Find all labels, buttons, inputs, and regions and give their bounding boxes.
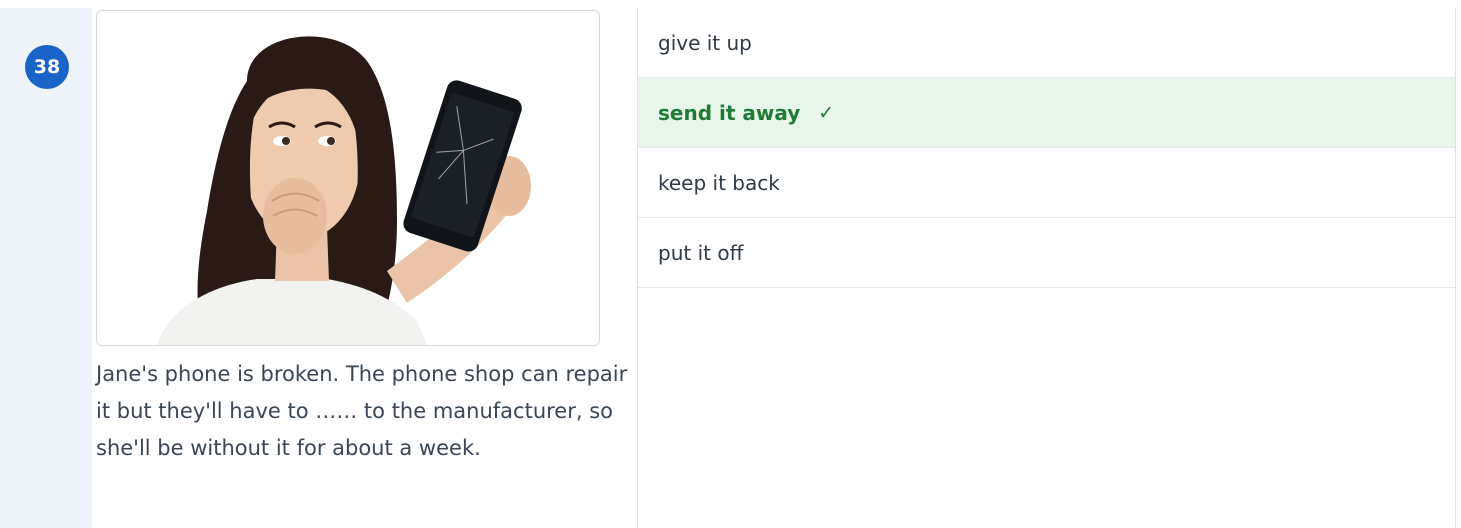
question-text: Jane's phone is broken. The phone shop c… [96,362,628,460]
question-image [96,10,600,346]
option-label: put it off [658,240,744,265]
option-put-it-off[interactable]: put it off [638,218,1455,288]
question-gutter: 38 [0,8,92,528]
question-number-badge: 38 [25,45,69,89]
option-label: keep it back [658,170,780,195]
question-panel: Jane's phone is broken. The phone shop c… [92,8,637,528]
question-page: 38 Jane's phone is broken. The phone sho… [0,0,1461,528]
checkmark-icon: ✓ [818,101,835,124]
answer-options: give it up send it away ✓ keep it back p… [637,8,1456,528]
option-give-it-up[interactable]: give it up [638,8,1455,78]
option-label: send it away [658,100,801,125]
option-send-it-away[interactable]: send it away ✓ [638,78,1455,148]
option-keep-it-back[interactable]: keep it back [638,148,1455,218]
woman-broken-phone-illustration [97,11,599,345]
option-label: give it up [658,30,752,55]
